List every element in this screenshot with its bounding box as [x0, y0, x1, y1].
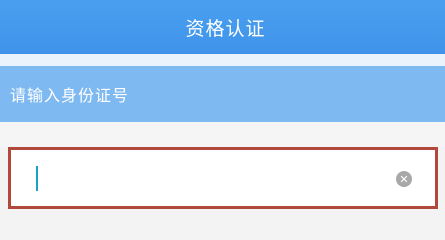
form-spacer: [0, 122, 445, 146]
id-prompt-bar: 请输入身份证号: [0, 66, 445, 122]
header-bar: 资格认证: [0, 0, 445, 54]
id-number-field-container[interactable]: ✕: [8, 147, 438, 209]
id-prompt-label: 请输入身份证号: [10, 86, 130, 105]
text-caret: [36, 166, 38, 191]
page-title: 资格认证: [185, 17, 266, 40]
header-spacer: [0, 54, 445, 66]
back-button[interactable]: [0, 0, 60, 54]
clear-icon[interactable]: ✕: [396, 171, 412, 187]
id-number-input[interactable]: [11, 150, 391, 206]
